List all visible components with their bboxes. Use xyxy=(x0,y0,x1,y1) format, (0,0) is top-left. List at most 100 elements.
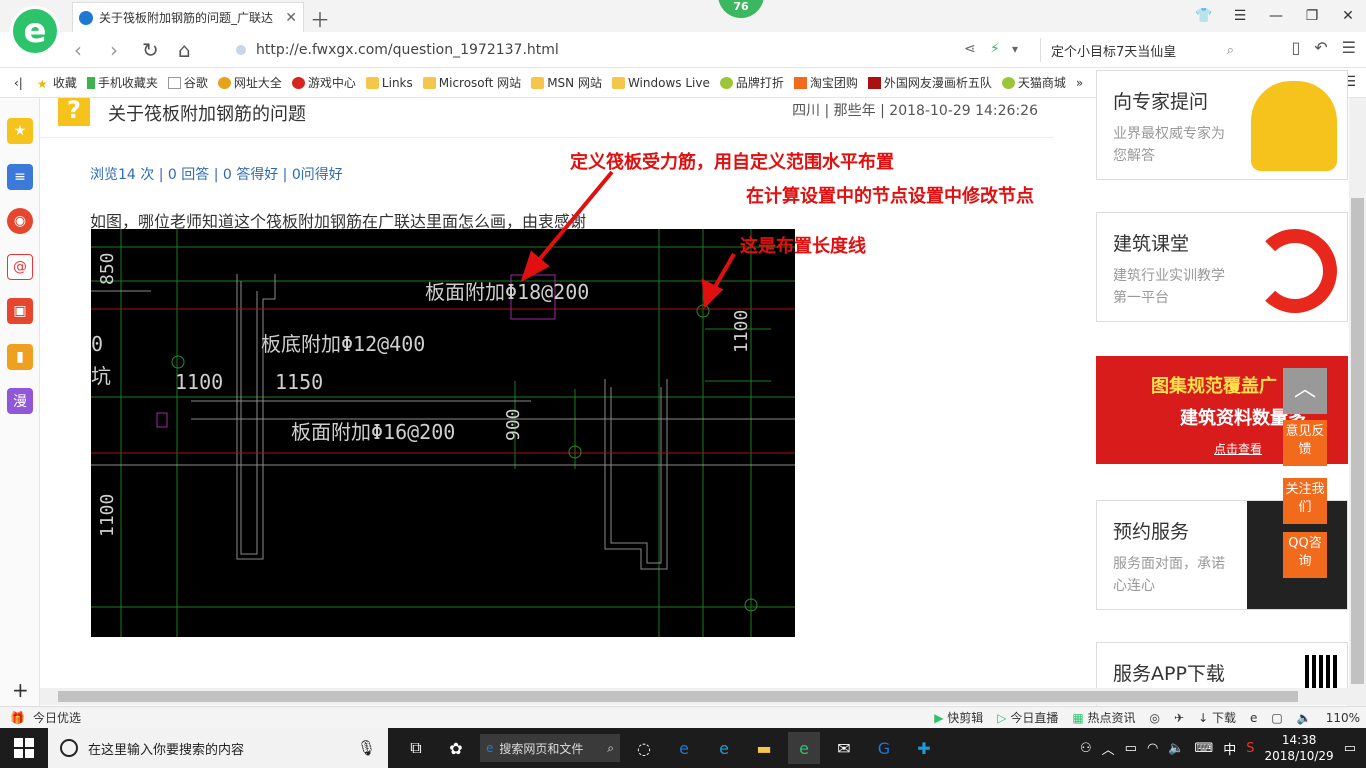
phone-icon[interactable]: ▯ xyxy=(1291,38,1300,57)
status-item[interactable]: ▦ 热点资讯 xyxy=(1072,709,1135,726)
banner-line1: 图集规范覆盖广 xyxy=(1151,376,1277,397)
edge-browser-icon[interactable]: e xyxy=(668,732,700,764)
ime-indicator[interactable]: 中 xyxy=(1223,739,1236,758)
scroll-thumb[interactable] xyxy=(1351,198,1364,684)
share-icon[interactable]: ⋖ xyxy=(964,41,976,57)
news-icon[interactable]: ≡ xyxy=(7,164,33,190)
refresh-icon[interactable]: ↻ xyxy=(142,38,159,62)
chevron-down-icon[interactable]: ▾ xyxy=(1012,42,1018,56)
banner-link[interactable]: 点击查看 xyxy=(1214,440,1262,457)
mail-icon[interactable]: ✉ xyxy=(828,732,860,764)
bookmark-icon[interactable]: ▮ xyxy=(7,344,33,370)
favorite-icon[interactable]: ★ xyxy=(7,118,33,144)
follow-us-button[interactable]: 关注我们 xyxy=(1283,478,1327,524)
app-icon[interactable]: ◌ xyxy=(628,732,660,764)
status-item[interactable]: ▷ 今日直播 xyxy=(997,709,1058,726)
url-input[interactable]: http://e.fwxgx.com/question_1972137.html xyxy=(236,38,1036,62)
start-button[interactable] xyxy=(14,738,34,758)
course-card[interactable]: 建筑课堂 建筑行业实训教学第一平台 xyxy=(1096,212,1348,322)
card-desc: 服务面对面，承诺心连心 xyxy=(1113,556,1225,594)
game-icon[interactable]: ▣ xyxy=(7,298,33,324)
back-icon[interactable]: ‹ xyxy=(74,38,82,62)
taskbar-search[interactable]: 在这里输入你要搜索的内容 🎙 xyxy=(48,728,388,768)
pinwheel-icon[interactable]: ✿ xyxy=(440,732,472,764)
bookmark-item[interactable]: 手机收藏夹 xyxy=(86,74,158,91)
bookmark-item[interactable]: 淘宝团购 xyxy=(793,74,858,91)
forward-icon[interactable]: › xyxy=(110,38,118,62)
bookmark-folder[interactable]: Microsoft 网站 xyxy=(422,74,521,91)
file-explorer-icon[interactable]: ▬ xyxy=(748,732,780,764)
people-icon[interactable]: ⚇ xyxy=(1080,741,1092,756)
score-badge[interactable]: 76 xyxy=(718,0,764,18)
card-title: 服务APP下载 xyxy=(1113,663,1225,685)
bookmark-item[interactable]: 游戏中心 xyxy=(291,74,356,91)
bookmark-item[interactable]: 网址大全 xyxy=(217,74,282,91)
lightning-icon[interactable]: ⚡ xyxy=(990,41,1000,57)
volume-icon[interactable]: 🔈 xyxy=(1297,711,1312,725)
notification-icon[interactable]: ▭ xyxy=(1344,741,1356,756)
zoom-level[interactable]: 110% xyxy=(1326,711,1360,725)
new-tab-button[interactable]: ＋ xyxy=(310,4,330,33)
bookmark-item[interactable]: 品牌打折 xyxy=(719,74,784,91)
bookmarks-more-icon[interactable]: » xyxy=(1076,76,1083,90)
battery-icon[interactable]: ▭ xyxy=(1125,741,1137,756)
scroll-thumb[interactable] xyxy=(58,691,1298,702)
minimize-button[interactable]: — xyxy=(1258,0,1294,32)
tab-active[interactable]: 关于筏板附加钢筋的问题_广联达 ✕ xyxy=(72,2,304,32)
status-item[interactable]: ▶ 快剪辑 xyxy=(934,709,983,726)
glodon-icon[interactable]: G xyxy=(868,732,900,764)
more-icon[interactable]: ☰ xyxy=(1342,38,1356,57)
qq-consult-button[interactable]: QQ咨询 xyxy=(1283,532,1327,578)
home-icon[interactable]: ⌂ xyxy=(178,38,191,62)
task-view-icon[interactable]: ⧉ xyxy=(400,732,432,764)
bookmark-folder[interactable]: MSN 网站 xyxy=(531,74,602,91)
web-search-box[interactable]: e 搜索网页和文件 ⌕ xyxy=(480,734,620,762)
add-sidebar-icon[interactable]: + xyxy=(12,678,29,702)
keyboard-icon[interactable]: ⌨ xyxy=(1194,741,1213,756)
360-browser-icon[interactable]: e xyxy=(788,732,820,764)
menu-icon[interactable]: ☰ xyxy=(1222,0,1258,32)
qr-code-icon xyxy=(1305,655,1339,689)
bookmark-folder[interactable]: Windows Live xyxy=(611,76,710,90)
download-icon: ↓ xyxy=(1198,711,1209,725)
clock[interactable]: 14:38 2018/10/29 xyxy=(1265,732,1334,764)
speaker-icon[interactable]: 🔈 xyxy=(1168,741,1184,756)
bookmarks-collapse-icon[interactable]: ‹| xyxy=(14,76,23,90)
status-item[interactable]: ↓ 下载 xyxy=(1198,709,1236,726)
horizontal-scrollbar[interactable] xyxy=(40,688,1349,705)
shirt-skin-icon[interactable]: 👕 xyxy=(1186,0,1222,32)
undo-icon[interactable]: ↶ xyxy=(1314,38,1327,57)
close-tab-icon[interactable]: ✕ xyxy=(285,10,297,26)
mail-icon[interactable]: @ xyxy=(7,254,33,280)
comic-icon[interactable]: 漫 xyxy=(7,388,33,414)
ie-browser-icon[interactable]: e xyxy=(708,732,740,764)
pin-icon[interactable]: ✈ xyxy=(1174,711,1184,725)
bookmark-folder[interactable]: Links xyxy=(365,76,413,90)
ask-expert-card[interactable]: 向专家提问 业界最权威专家为您解答 xyxy=(1096,70,1348,180)
cross-app-icon[interactable]: ✚ xyxy=(908,732,940,764)
search-input[interactable]: 定个小目标7天当仙皇 ⌕ xyxy=(1040,38,1240,62)
arrow-line xyxy=(532,170,614,268)
status-bar: 🎁 今日优选 ▶ 快剪辑 ▷ 今日直播 ▦ 热点资讯 ◎ ✈ ↓ 下载 e ▢ … xyxy=(0,706,1366,728)
sogou-icon[interactable]: S xyxy=(1246,741,1254,756)
browser-logo-icon[interactable]: e xyxy=(10,6,60,56)
window-icon[interactable]: ▢ xyxy=(1271,711,1282,725)
bookmark-item[interactable]: 外国网友漫画析五队 xyxy=(867,74,992,91)
feedback-button[interactable]: 意见反馈 xyxy=(1283,420,1327,466)
microphone-icon[interactable]: 🎙 xyxy=(357,739,376,757)
speed-icon[interactable]: ◎ xyxy=(1150,711,1160,725)
back-to-top-button[interactable]: ︿ xyxy=(1283,368,1327,414)
bookmark-item[interactable]: 谷歌 xyxy=(167,74,208,91)
weibo-icon[interactable]: ◉ xyxy=(7,208,33,234)
maximize-button[interactable]: ❐ xyxy=(1294,0,1330,32)
bookmark-item[interactable]: 天猫商城 xyxy=(1001,74,1066,91)
search-icon[interactable]: ⌕ xyxy=(1227,43,1234,58)
tray-up-icon[interactable]: ︿ xyxy=(1102,739,1115,758)
close-window-button[interactable]: ✕ xyxy=(1330,0,1366,32)
ie-icon[interactable]: e xyxy=(1250,711,1257,725)
wifi-icon[interactable]: ◠ xyxy=(1147,741,1158,756)
bookmark-item[interactable]: ★ 收藏 xyxy=(37,74,77,91)
vertical-scrollbar[interactable] xyxy=(1349,98,1366,706)
address-bar: ‹ › ↻ ⌂ http://e.fwxgx.com/question_1972… xyxy=(0,32,1366,68)
today-picks[interactable]: 🎁 今日优选 xyxy=(10,709,81,726)
